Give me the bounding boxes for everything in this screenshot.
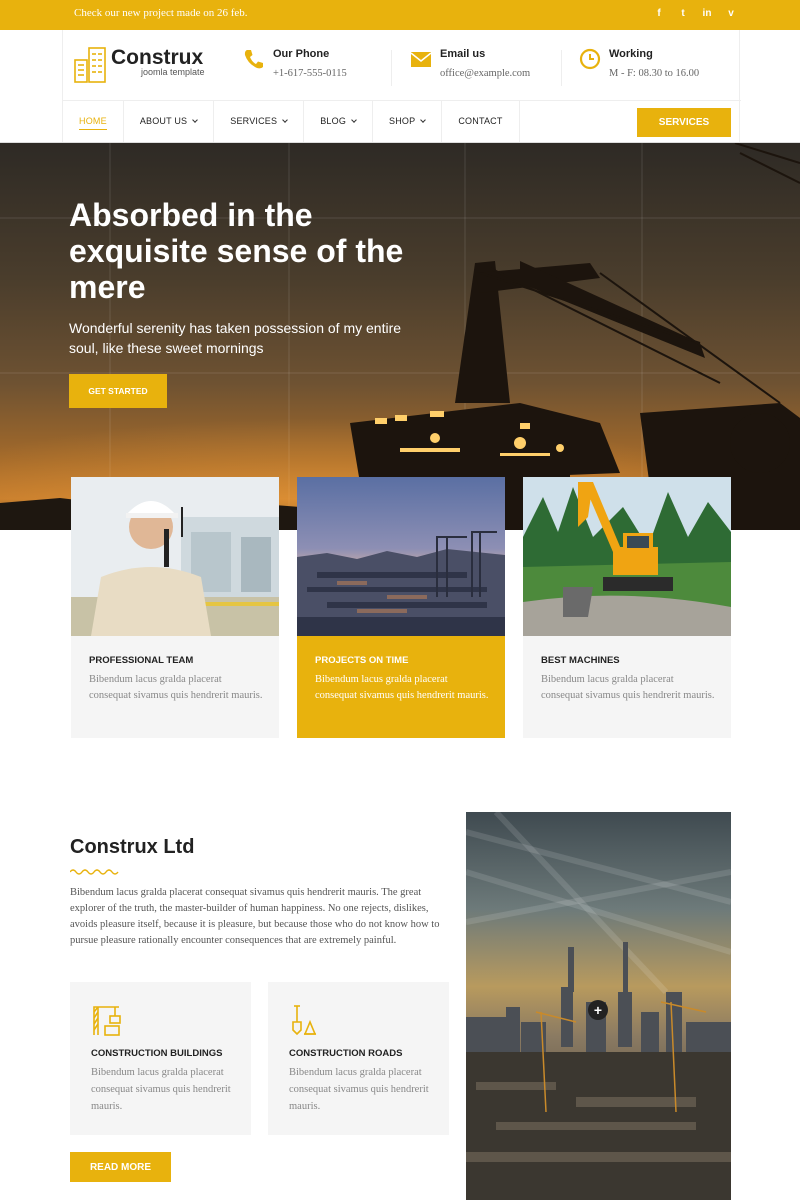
shovel-cone-icon [292, 1005, 317, 1036]
about-title: Construx Ltd [70, 836, 195, 858]
nav-label: SERVICES [230, 116, 278, 126]
get-started-button[interactable]: GET STARTED [69, 374, 167, 408]
hero-banner: Absorbed in the exquisite sense of the m… [0, 143, 800, 530]
phone-info: Our Phone +1-617-555-0115 [243, 48, 347, 79]
twitter-icon[interactable]: t [678, 8, 688, 19]
brand-tagline: joomla template [141, 67, 205, 77]
chevron-down-icon [192, 116, 199, 123]
phone-title: Our Phone [273, 48, 330, 60]
email-title: Email us [440, 48, 486, 60]
card-image-port [297, 477, 505, 636]
nav-label: SHOP [389, 116, 416, 126]
feature-text: Bibendum lacus gralda placerat consequat… [289, 1067, 429, 1112]
envelope-icon [410, 52, 432, 67]
announcement-text: Check our new project made on 26 feb. [74, 7, 248, 19]
nav-about-us[interactable]: ABOUT US [124, 100, 215, 142]
hero-title: Absorbed in the exquisite sense of the m… [69, 197, 404, 305]
about-text: Bibendum lacus gralda placerat consequat… [70, 887, 440, 946]
facebook-icon[interactable]: f [654, 8, 664, 19]
nav-blog[interactable]: BLOG [304, 100, 374, 142]
card-title: PROFESSIONAL TEAM [89, 655, 194, 666]
hours-info: Working M - F: 08.30 to 16.00 [579, 48, 699, 79]
nav-label: ABOUT US [139, 116, 188, 126]
divider [391, 50, 392, 86]
social-links: f t in v [654, 8, 736, 19]
expand-plus-icon[interactable]: + [588, 1000, 608, 1020]
card-text: Bibendum lacus gralda placerat consequat… [89, 674, 263, 701]
card-title: BEST MACHINES [541, 655, 620, 666]
card-image-excavator [523, 477, 731, 636]
chevron-down-icon [282, 116, 289, 123]
chevron-down-icon [351, 116, 357, 123]
hours-title: Working [609, 48, 653, 60]
nav-contact[interactable]: CONTACT [442, 100, 520, 142]
wave-divider-icon [70, 869, 119, 875]
nav-home[interactable]: HOME [63, 100, 124, 142]
card-text: Bibendum lacus gralda placerat consequat… [315, 674, 489, 701]
crane-icon [93, 1006, 121, 1036]
services-button[interactable]: SERVICES [637, 108, 731, 137]
feature-buildings[interactable]: CONSTRUCTION BUILDINGS Bibendum lacus gr… [70, 982, 251, 1135]
nav-label: CONTACT [458, 116, 503, 126]
nav-label: HOME [79, 116, 107, 126]
feature-text: Bibendum lacus gralda placerat consequat… [91, 1067, 231, 1112]
divider [561, 50, 562, 86]
nav-label: BLOG [320, 116, 347, 126]
hero-subtitle: Wonderful serenity has taken possession … [69, 320, 402, 356]
main-nav: HOME ABOUT US SERVICES BLOG SHOP CONTACT [63, 100, 520, 142]
chevron-down-icon [420, 116, 427, 123]
read-more-button[interactable]: READ MORE [70, 1152, 171, 1182]
feature-title: CONSTRUCTION ROADS [289, 1048, 403, 1059]
feature-card-machines[interactable]: BEST MACHINES Bibendum lacus gralda plac… [523, 477, 731, 738]
nav-services[interactable]: SERVICES [214, 100, 305, 142]
email-value[interactable]: office@example.com [440, 68, 530, 79]
feature-title: CONSTRUCTION BUILDINGS [91, 1048, 223, 1059]
feature-roads[interactable]: CONSTRUCTION ROADS Bibendum lacus gralda… [268, 982, 449, 1135]
nav-shop[interactable]: SHOP [373, 100, 443, 142]
clock-icon [579, 48, 601, 70]
site-logo[interactable]: Construx joomla template [73, 46, 205, 84]
hours-value: M - F: 08.30 to 16.00 [609, 68, 700, 79]
feature-card-team[interactable]: PROFESSIONAL TEAM Bibendum lacus gralda … [71, 477, 279, 738]
site-header: Construx joomla template Our Phone +1-61… [62, 30, 741, 142]
linkedin-icon[interactable]: in [702, 8, 712, 19]
card-image-worker [71, 477, 279, 636]
vimeo-icon[interactable]: v [726, 8, 736, 19]
phone-icon [244, 50, 263, 69]
buildings-icon [74, 47, 106, 83]
phone-value[interactable]: +1-617-555-0115 [273, 68, 347, 79]
feature-card-projects[interactable]: PROJECTS ON TIME Bibendum lacus gralda p… [297, 477, 505, 738]
card-title: PROJECTS ON TIME [315, 655, 409, 666]
email-info: Email us office@example.com [410, 48, 530, 79]
card-text: Bibendum lacus gralda placerat consequat… [541, 674, 715, 701]
top-bar: Check our new project made on 26 feb. f … [0, 0, 800, 30]
